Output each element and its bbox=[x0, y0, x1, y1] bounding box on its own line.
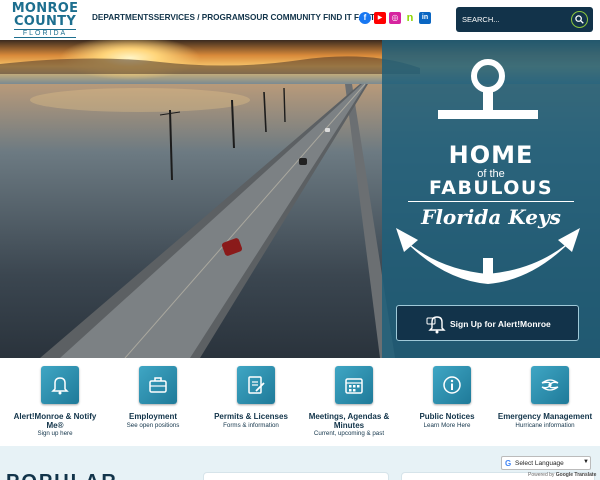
alert-signup-label: Sign Up for Alert!Monroe bbox=[450, 319, 551, 329]
fabulous-heading: FABULOUS bbox=[428, 177, 554, 199]
quick-link-subtitle: Sign up here bbox=[37, 430, 73, 437]
calendar-icon bbox=[335, 366, 373, 404]
quick-link-permits-licenses[interactable]: Permits & Licenses Forms & information bbox=[202, 358, 300, 446]
quick-link-meetings[interactable]: Meetings, Agendas & Minutes Current, upc… bbox=[300, 358, 398, 446]
popular-heading: POPULAR bbox=[6, 471, 118, 480]
search-input[interactable] bbox=[462, 13, 562, 26]
instagram-icon[interactable]: ◎ bbox=[389, 12, 401, 24]
translate-text: Translate bbox=[574, 472, 597, 478]
logo-line-2: COUNTY bbox=[13, 14, 77, 29]
language-select[interactable]: G Select Language ▼ bbox=[501, 456, 591, 470]
search-icon bbox=[575, 15, 584, 24]
nav-departments[interactable]: DEPARTMENTS bbox=[92, 13, 154, 22]
monroe-county-logo[interactable]: MONROE COUNTY FLORIDA bbox=[6, 2, 84, 38]
home-heading: HOME bbox=[448, 141, 534, 169]
nav-services-programs[interactable]: SERVICES / PROGRAMS bbox=[154, 13, 250, 22]
quick-links: Alert!Monroe & Notify Me® Sign up here E… bbox=[0, 358, 600, 446]
language-select-label: Select Language bbox=[515, 460, 564, 467]
chevron-down-icon: ▼ bbox=[583, 459, 589, 465]
heading-divider bbox=[408, 201, 574, 202]
quick-link-title: Public Notices bbox=[419, 412, 475, 421]
nav-our-community[interactable]: OUR COMMUNITY bbox=[250, 13, 321, 22]
quick-link-employment[interactable]: Employment See open positions bbox=[104, 358, 202, 446]
main-nav: DEPARTMENTSSERVICES / PROGRAMSOUR COMMUN… bbox=[92, 13, 375, 22]
search-box bbox=[456, 7, 593, 32]
florida-keys-panel: HOME of the FABULOUS Florida Keys Sign U… bbox=[382, 40, 600, 358]
powered-by-google-translate[interactable]: Powered by Google Translate bbox=[528, 472, 596, 478]
briefcase-icon bbox=[139, 366, 177, 404]
facebook-icon[interactable]: f bbox=[359, 12, 371, 24]
logo-line-3: FLORIDA bbox=[14, 29, 76, 38]
search-button[interactable] bbox=[571, 11, 588, 28]
quick-link-subtitle: Learn More Here bbox=[423, 422, 471, 429]
quick-link-subtitle: Hurricane information bbox=[515, 422, 575, 429]
document-edit-icon bbox=[237, 366, 275, 404]
google-text: Google bbox=[555, 472, 574, 478]
nextdoor-icon[interactable]: n bbox=[404, 12, 416, 24]
hurricane-icon bbox=[531, 366, 569, 404]
popular-section: POPULAR G Select Language ▼ Powered by G… bbox=[0, 446, 600, 480]
site-header: MONROE COUNTY FLORIDA DEPARTMENTSSERVICE… bbox=[0, 0, 600, 40]
bell-icon bbox=[41, 366, 79, 404]
hero-banner: HOME of the FABULOUS Florida Keys Sign U… bbox=[0, 40, 600, 358]
quick-link-emergency-management[interactable]: Emergency Management Hurricane informati… bbox=[496, 358, 594, 446]
info-icon bbox=[433, 366, 471, 404]
alert-bell-icon bbox=[426, 316, 446, 334]
quick-link-subtitle: Forms & information bbox=[223, 422, 279, 429]
powered-by-text: Powered by bbox=[528, 472, 555, 478]
linkedin-icon[interactable]: in bbox=[419, 12, 431, 24]
quick-link-title: Permits & Licenses bbox=[214, 412, 288, 421]
quick-link-alert-monroe[interactable]: Alert!Monroe & Notify Me® Sign up here bbox=[6, 358, 104, 446]
quick-link-subtitle: Current, upcoming & past bbox=[313, 430, 385, 437]
quick-link-subtitle: See open positions bbox=[126, 422, 180, 429]
alert-signup-button[interactable]: Sign Up for Alert!Monroe bbox=[396, 305, 579, 341]
quick-link-title: Meetings, Agendas & Minutes bbox=[308, 412, 390, 430]
popular-card[interactable] bbox=[203, 472, 389, 480]
google-g-icon: G bbox=[505, 459, 512, 468]
quick-link-title: Alert!Monroe & Notify Me® bbox=[13, 412, 97, 430]
quick-link-title: Employment bbox=[128, 412, 177, 421]
florida-keys-heading: Florida Keys bbox=[421, 205, 561, 229]
youtube-icon[interactable]: ▶ bbox=[374, 12, 386, 24]
quick-link-title: Emergency Management bbox=[497, 412, 593, 421]
quick-link-public-notices[interactable]: Public Notices Learn More Here bbox=[398, 358, 496, 446]
